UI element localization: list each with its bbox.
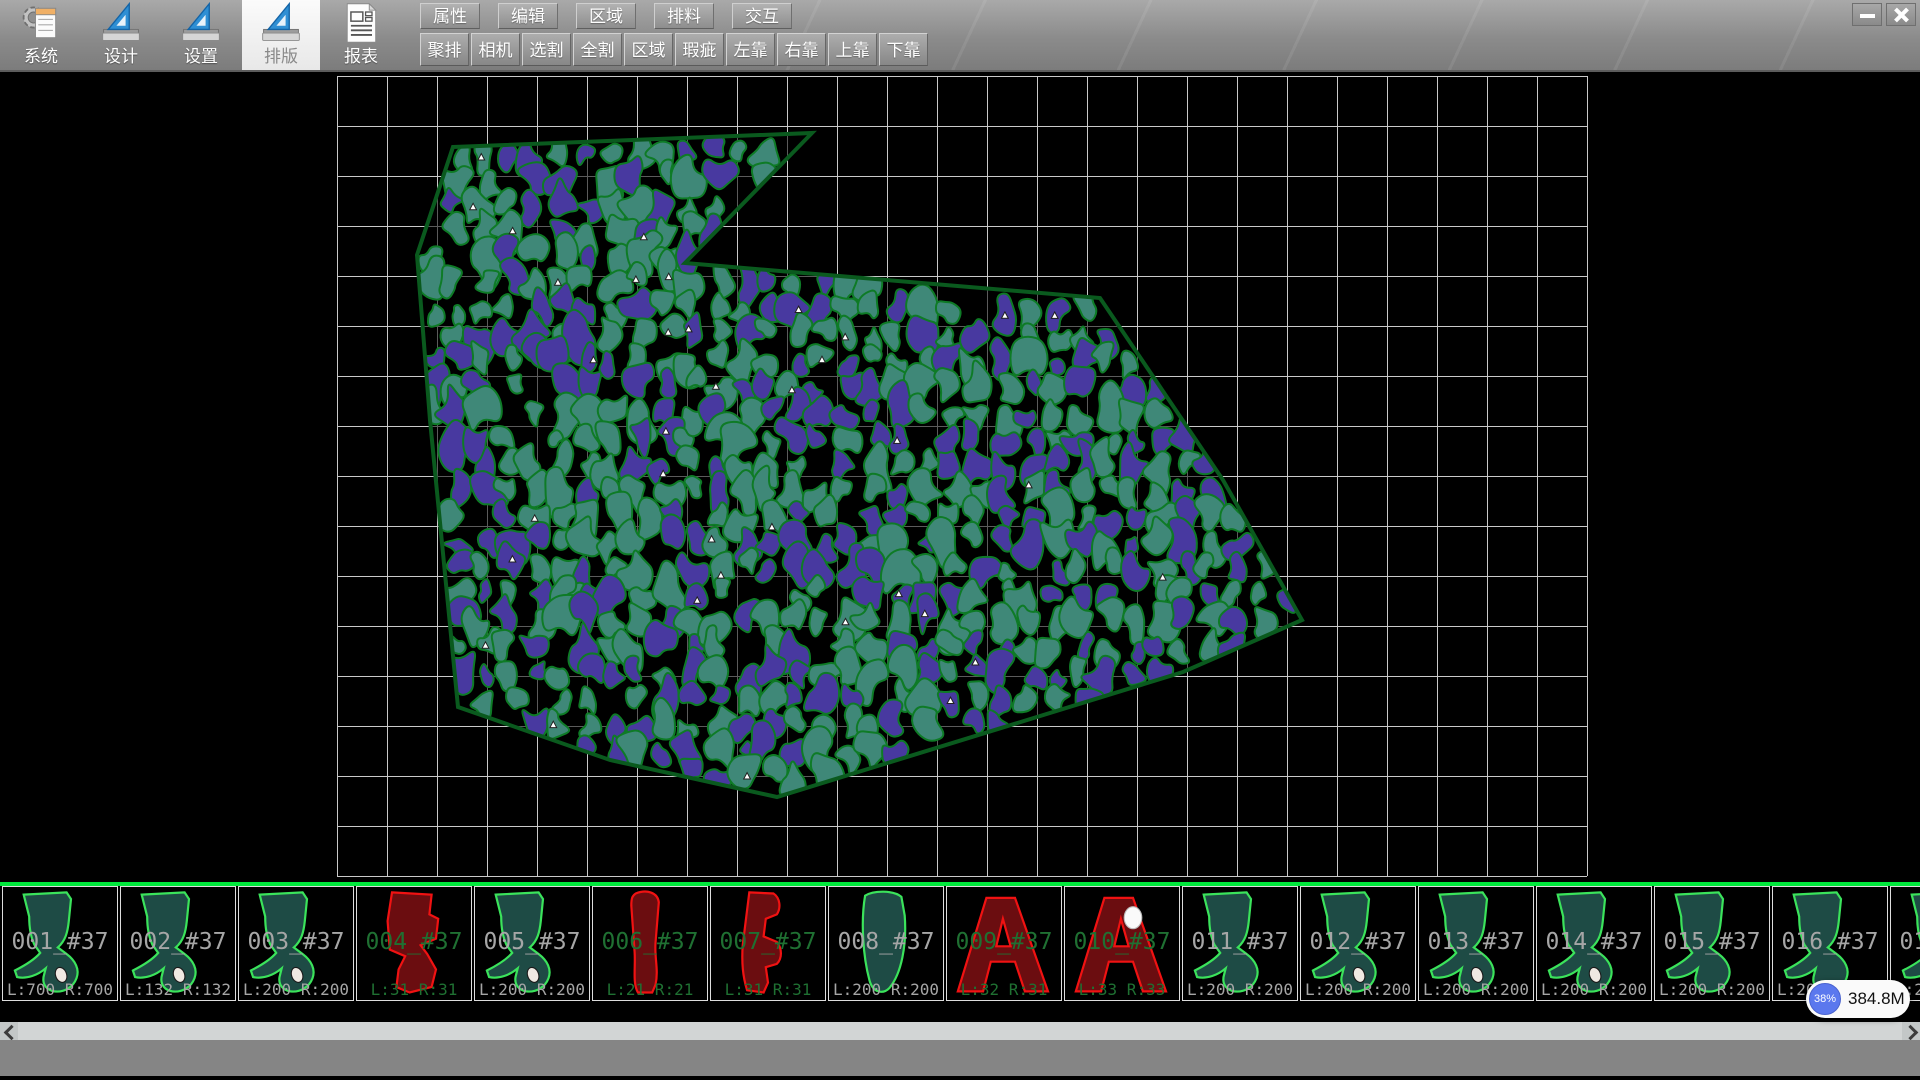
menu-area: 属性编辑区域排料交互 聚排相机选割全割区域瑕疵左靠右靠上靠下靠 [420, 3, 928, 66]
gear-doc-icon [19, 1, 63, 45]
launcher-item-settings[interactable]: 设置 [162, 0, 240, 70]
action-button-7[interactable]: 左靠 [726, 33, 775, 66]
part-thumbnail-003_#37[interactable]: 003_#37L:200 R:200 [238, 886, 354, 1001]
module-launcher: 系统设计设置排版报表 [2, 0, 402, 72]
window-bottom-edge [0, 1076, 1920, 1080]
part-thumbnail-002_#37[interactable]: 002_#37L:132 R:132 [120, 886, 236, 1001]
action-button-5[interactable]: 区域 [624, 33, 673, 66]
part-thumbnail-010_#37[interactable]: 010_#37L:33 R:33 [1064, 886, 1180, 1001]
minimize-icon [1860, 14, 1875, 18]
set-square-icon [259, 1, 303, 45]
action-button-2[interactable]: 相机 [471, 33, 520, 66]
nesting-stage: 001_#37L:700 R:700002_#37L:132 R:132003_… [0, 72, 1920, 1022]
status-footer [0, 1040, 1920, 1076]
part-shape [595, 888, 705, 998]
part-thumbnail-001_#37[interactable]: 001_#37L:700 R:700 [2, 886, 118, 1001]
part-thumbnail-015_#37[interactable]: 015_#37L:200 R:200 [1654, 886, 1770, 1001]
part-shape [241, 888, 351, 998]
part-thumbnail-005_#37[interactable]: 005_#37L:200 R:200 [474, 886, 590, 1001]
part-shape [359, 888, 469, 998]
part-thumbnail-013_#37[interactable]: 013_#37L:200 R:200 [1418, 886, 1534, 1001]
part-shape [1657, 888, 1767, 998]
part-shape [713, 888, 823, 998]
action-button-3[interactable]: 选割 [522, 33, 571, 66]
memory-usage-label: 384.8M [1848, 980, 1905, 1018]
part-shape [123, 888, 233, 998]
action-button-row: 聚排相机选割全割区域瑕疵左靠右靠上靠下靠 [420, 33, 928, 66]
launcher-item-system[interactable]: 系统 [2, 0, 80, 70]
parts-strip-cells: 001_#37L:700 R:700002_#37L:132 R:132003_… [2, 886, 1920, 1001]
menu-tab-2[interactable]: 编辑 [498, 3, 558, 29]
app-window: 系统设计设置排版报表 属性编辑区域排料交互 聚排相机选割全割区域瑕疵左靠右靠上靠… [0, 0, 1920, 1080]
action-button-6[interactable]: 瑕疵 [675, 33, 724, 66]
menu-tab-1[interactable]: 属性 [420, 3, 480, 29]
part-thumbnail-006_#37[interactable]: 006_#37L:21 R:21 [592, 886, 708, 1001]
action-button-9[interactable]: 上靠 [828, 33, 877, 66]
launcher-label: 设计 [82, 42, 160, 67]
scroll-right-button[interactable] [1902, 1022, 1920, 1040]
part-shape [477, 888, 587, 998]
menu-tab-5[interactable]: 交互 [732, 3, 792, 29]
memory-status-bubble[interactable]: 38% 384.8M [1806, 980, 1910, 1018]
part-shape [831, 888, 941, 998]
launcher-label: 排版 [242, 42, 320, 67]
report-doc-icon [339, 1, 383, 45]
part-thumbnail-007_#37[interactable]: 007_#37L:31 R:31 [710, 886, 826, 1001]
part-thumbnail-004_#37[interactable]: 004_#37L:31 R:31 [356, 886, 472, 1001]
action-button-1[interactable]: 聚排 [420, 33, 469, 66]
parts-strip: 001_#37L:700 R:700002_#37L:132 R:132003_… [0, 882, 1920, 1004]
launcher-label: 设置 [162, 42, 240, 67]
chevron-right-icon [1903, 1025, 1919, 1041]
part-shape [5, 888, 115, 998]
menu-tab-3[interactable]: 区域 [576, 3, 636, 29]
part-thumbnail-008_#37[interactable]: 008_#37L:200 R:200 [828, 886, 944, 1001]
action-button-4[interactable]: 全割 [573, 33, 622, 66]
nesting-canvas[interactable] [0, 72, 1920, 882]
part-thumbnail-014_#37[interactable]: 014_#37L:200 R:200 [1536, 886, 1652, 1001]
launcher-item-nesting[interactable]: 排版 [242, 0, 320, 70]
main-toolbar: 系统设计设置排版报表 属性编辑区域排料交互 聚排相机选割全割区域瑕疵左靠右靠上靠… [0, 0, 1920, 72]
window-controls [1852, 3, 1916, 26]
menu-tab-4[interactable]: 排料 [654, 3, 714, 29]
launcher-item-design[interactable]: 设计 [82, 0, 160, 70]
close-button[interactable] [1886, 3, 1916, 26]
part-shape [1185, 888, 1295, 998]
set-square-icon [99, 1, 143, 45]
scroll-left-button[interactable] [0, 1022, 18, 1040]
part-shape [1067, 888, 1177, 998]
menu-tab-row: 属性编辑区域排料交互 [420, 3, 928, 29]
action-button-8[interactable]: 右靠 [777, 33, 826, 66]
part-shape [1539, 888, 1649, 998]
action-button-10[interactable]: 下靠 [879, 33, 928, 66]
part-thumbnail-009_#37[interactable]: 009_#37L:32 R:31 [946, 886, 1062, 1001]
horizontal-scrollbar[interactable] [0, 1022, 1920, 1040]
part-thumbnail-011_#37[interactable]: 011_#37L:200 R:200 [1182, 886, 1298, 1001]
minimize-button[interactable] [1852, 3, 1882, 26]
part-shape [949, 888, 1059, 998]
launcher-label: 报表 [322, 42, 400, 67]
part-thumbnail-012_#37[interactable]: 012_#37L:200 R:200 [1300, 886, 1416, 1001]
chevron-left-icon [4, 1025, 20, 1041]
launcher-label: 系统 [2, 42, 80, 67]
part-shape [1303, 888, 1413, 998]
progress-percent-badge: 38% [1809, 983, 1841, 1015]
launcher-item-report[interactable]: 报表 [322, 0, 400, 70]
part-shape [1421, 888, 1531, 998]
set-square-icon [179, 1, 223, 45]
